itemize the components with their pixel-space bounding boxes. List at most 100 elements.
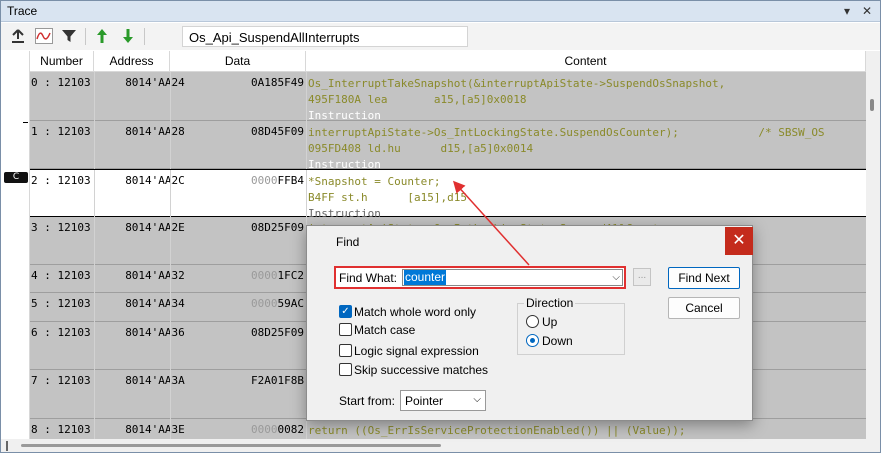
cell-address: 8014'AA3E <box>125 423 185 436</box>
cell-data: 00001FC2 <box>210 269 304 282</box>
checkbox-label: Match case <box>354 323 416 337</box>
content-source-line: 495F180A lea a15,[a5]0x0018 <box>308 93 527 106</box>
find-what-input[interactable]: counter ⌵ <box>402 269 623 286</box>
checkmark-icon[interactable]: ✓ <box>339 305 352 318</box>
column-divider <box>170 370 171 419</box>
cell-data: 08D25F09 <box>210 221 304 234</box>
checkbox-box[interactable] <box>339 323 352 336</box>
cell-number: 7 : 12103 <box>31 374 91 387</box>
signal-icon[interactable] <box>34 26 54 46</box>
content-source-line: Os_InterruptTakeSnapshot(&interruptApiSt… <box>308 77 726 90</box>
cell-data-prefix: 0000 <box>251 297 278 310</box>
gutter-marker <box>23 122 28 123</box>
horizontal-scrollbar[interactable] <box>1 439 880 452</box>
scroll-left-icon[interactable] <box>6 441 8 451</box>
find-dialog: Find ✕ Find What: counter ⌵ ... Find Nex… <box>306 225 753 421</box>
table-row[interactable]: 2 : 12103 8014'AA2C 0000FFB4 *Snapshot = Co… <box>30 169 866 220</box>
table-row[interactable]: 8 : 12103 8014'AA3E 00000082 return ((Os_Er… <box>30 419 866 439</box>
cell-data-value: 08D45F09 <box>251 125 304 138</box>
cancel-button[interactable]: Cancel <box>668 297 740 319</box>
cell-address: 8014'AA2C <box>125 174 185 187</box>
cell-data: 000059AC <box>210 297 304 310</box>
find-what-value[interactable]: counter <box>404 270 447 285</box>
column-header-data[interactable]: Data <box>170 51 306 72</box>
trace-window: Trace ▾ ✕ Os_Api_SuspendAllInterrupts C … <box>0 0 881 453</box>
gutter: C <box>1 51 30 439</box>
cell-data-value: 0A185F49 <box>251 76 304 89</box>
cell-content: interruptApiState->Os_IntLockingState.Su… <box>308 125 868 173</box>
toolbar: Os_Api_SuspendAllInterrupts <box>1 23 880 50</box>
column-divider <box>306 419 307 439</box>
chevron-down-icon[interactable]: ⌵ <box>612 270 620 285</box>
arrow-down-icon[interactable] <box>118 26 138 46</box>
start-from-value: Pointer <box>405 394 444 408</box>
cell-number: 3 : 12103 <box>31 221 91 234</box>
arrow-up-icon[interactable] <box>92 26 112 46</box>
cell-number: 5 : 12103 <box>31 297 91 310</box>
content-source-line: 095FD408 ld.hu d15,[a5]0x0014 <box>308 142 534 155</box>
direction-title: Direction <box>524 296 576 310</box>
cell-data: 08D45F09 <box>210 125 304 138</box>
cell-address: 8014'AA2E <box>125 221 185 234</box>
column-divider <box>170 217 171 265</box>
cell-number: 1 : 12103 <box>31 125 91 138</box>
scrollbar-thumb[interactable] <box>21 444 441 447</box>
radio-label: Down <box>542 334 573 348</box>
cursor-marker[interactable]: C <box>4 172 28 183</box>
column-divider <box>94 265 95 293</box>
cell-data-prefix: 0000 <box>251 269 278 282</box>
scrollbar-thumb[interactable] <box>870 99 874 111</box>
checkbox-box[interactable] <box>339 344 352 357</box>
function-name-field[interactable]: Os_Api_SuspendAllInterrupts <box>182 26 468 47</box>
column-divider <box>170 293 171 322</box>
cell-data: F2A01F8B <box>210 374 304 387</box>
column-header-content[interactable]: Content <box>306 51 866 72</box>
dialog-close-button[interactable]: ✕ <box>725 227 753 255</box>
vertical-scrollbar[interactable] <box>866 51 880 439</box>
browse-button[interactable]: ... <box>633 268 651 286</box>
cell-data-value: 0082 <box>277 423 305 436</box>
cell-address: 8014'AA28 <box>125 125 185 138</box>
start-from-select[interactable]: Pointer ⌵ <box>400 390 486 411</box>
cell-data-prefix: 0000 <box>251 174 278 187</box>
column-divider <box>170 265 171 293</box>
chevron-down-icon[interactable]: ⌵ <box>473 394 481 405</box>
column-header-address[interactable]: Address <box>94 51 170 72</box>
filter-icon[interactable] <box>59 26 79 46</box>
table-row[interactable]: 0 : 12103 8014'AA24 0A185F49 Os_InterruptTa… <box>30 72 868 124</box>
column-divider <box>94 293 95 322</box>
radio-label: Up <box>542 315 558 329</box>
toolbar-separator <box>144 28 145 45</box>
checkbox-label: Match whole word only <box>354 305 477 319</box>
cell-address: 8014'AA24 <box>125 76 185 89</box>
cell-data-value: 08D25F09 <box>251 221 304 234</box>
table-row[interactable]: 1 : 12103 8014'AA28 08D45F09 interruptApiSt… <box>30 121 866 171</box>
cell-address: 8014'AA3A <box>125 374 185 387</box>
cell-data: 00000082 <box>210 423 304 436</box>
radio-circle[interactable] <box>526 334 539 347</box>
cell-content: return ((Os_ErrIsServiceProtectionEnable… <box>308 423 868 439</box>
column-divider <box>306 72 307 121</box>
column-divider <box>170 72 171 121</box>
column-divider <box>94 217 95 265</box>
column-divider <box>170 170 171 218</box>
cell-number: 2 : 12103 <box>31 174 91 187</box>
find-what-highlight: Find What: counter ⌵ <box>334 266 626 289</box>
column-divider <box>306 170 307 218</box>
checkbox-box[interactable] <box>339 363 352 376</box>
cell-content: Os_InterruptTakeSnapshot(&interruptApiSt… <box>308 76 868 124</box>
cell-data-prefix: 0000 <box>251 423 278 436</box>
cell-data-value: 08D25F09 <box>251 326 304 339</box>
radio-circle[interactable] <box>526 315 539 328</box>
content-source-line: B4FF st.h [a15],d15 <box>308 191 467 204</box>
cell-data-value: F2A01F8B <box>251 374 304 387</box>
cell-data: 08D25F09 <box>210 326 304 339</box>
close-icon[interactable]: ✕ <box>859 3 875 19</box>
cell-data-value: 1FC2 <box>277 269 305 282</box>
column-header-number[interactable]: Number <box>30 51 94 72</box>
column-divider <box>94 322 95 370</box>
export-icon[interactable] <box>8 26 28 46</box>
pin-icon[interactable]: ▾ <box>839 3 855 19</box>
column-divider <box>94 170 95 218</box>
find-next-button[interactable]: Find Next <box>668 267 740 289</box>
